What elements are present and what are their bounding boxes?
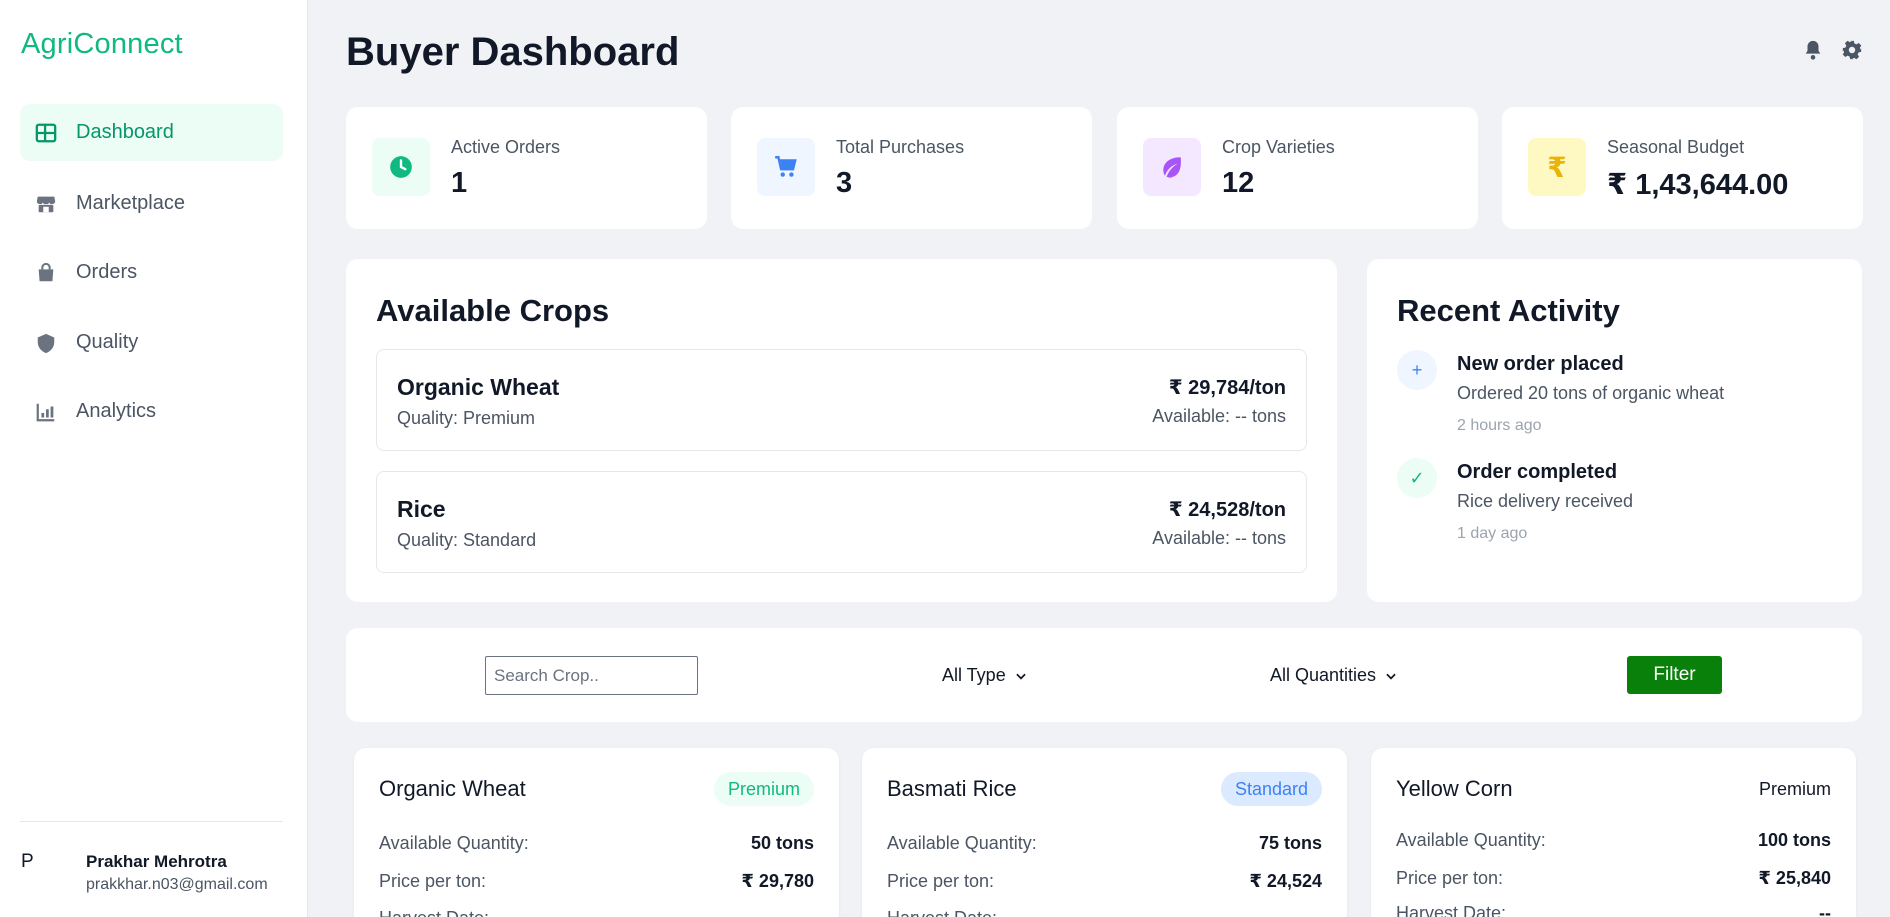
- crop-price: ₹ 29,784/ton: [1168, 377, 1286, 399]
- stat-card-seasonal-budget: ₹ Seasonal Budget ₹ 1,43,644.00: [1502, 107, 1863, 229]
- recent-activity-title: Recent Activity: [1397, 293, 1620, 328]
- product-card[interactable]: Basmati Rice Standard Available Quantity…: [862, 748, 1347, 917]
- sidebar-item-label: Orders: [76, 261, 138, 283]
- crop-name: Organic Wheat: [397, 374, 560, 400]
- quantity-value: 75 tons: [1258, 833, 1322, 853]
- quantity-label: Available Quantity:: [1396, 830, 1546, 850]
- quantity-value: 50 tons: [750, 833, 814, 853]
- user-name: Prakhar Mehrotra: [86, 852, 227, 871]
- stat-value: ₹ 1,43,644.00: [1607, 169, 1789, 201]
- rupee-icon: ₹: [1528, 138, 1586, 196]
- shield-icon: [34, 331, 58, 355]
- activity-description: Ordered 20 tons of organic wheat: [1457, 383, 1725, 403]
- page-title: Buyer Dashboard: [346, 30, 680, 74]
- stat-card-active-orders: Active Orders 1: [346, 107, 707, 229]
- quantity-value: 100 tons: [1757, 830, 1831, 850]
- bag-icon: [34, 261, 58, 285]
- search-input[interactable]: [485, 656, 698, 695]
- activity-description: Rice delivery received: [1457, 491, 1634, 511]
- stat-value: 1: [451, 167, 468, 199]
- stat-label: Seasonal Budget: [1607, 137, 1745, 157]
- activity-time: 2 hours ago: [1457, 417, 1542, 434]
- gear-icon[interactable]: [1840, 38, 1864, 62]
- harvest-label: Harvest Date:: [887, 908, 997, 917]
- chart-icon: [34, 400, 58, 424]
- stat-value: 12: [1222, 167, 1255, 199]
- crop-availability: Available: -- tons: [1152, 406, 1286, 426]
- cart-icon: [757, 138, 815, 196]
- quality-badge: Standard: [1220, 772, 1322, 806]
- stat-label: Total Purchases: [836, 137, 965, 157]
- sidebar-item-analytics[interactable]: Analytics: [20, 383, 283, 440]
- user-email: prakkhar.n03@gmail.com: [86, 876, 268, 893]
- quality-badge: Premium: [713, 772, 814, 806]
- activity-time: 1 day ago: [1457, 525, 1528, 542]
- available-crops-title: Available Crops: [376, 293, 610, 328]
- crop-price: ₹ 24,528/ton: [1168, 499, 1286, 521]
- grid-icon: [34, 121, 58, 145]
- type-select-value: All Type: [942, 665, 1006, 685]
- avatar[interactable]: P: [21, 851, 34, 873]
- quality-badge: Premium: [1758, 778, 1831, 799]
- quantity-label: Available Quantity:: [379, 833, 529, 853]
- leaf-icon: [1143, 138, 1201, 196]
- stat-card-total-purchases: Total Purchases 3: [731, 107, 1092, 229]
- product-name: Yellow Corn: [1396, 776, 1513, 801]
- product-name: Organic Wheat: [379, 776, 526, 801]
- price-value: ₹ 24,524: [1249, 871, 1322, 891]
- product-name: Basmati Rice: [887, 776, 1017, 801]
- available-crops-panel: Available Crops Organic Wheat Quality: P…: [346, 259, 1337, 602]
- crop-row[interactable]: Rice Quality: Standard ₹ 24,528/ton Avai…: [376, 471, 1307, 573]
- chevron-down-icon: [1386, 673, 1396, 680]
- sidebar-item-label: Marketplace: [76, 192, 185, 214]
- store-icon: [34, 192, 58, 216]
- sidebar-item-dashboard[interactable]: Dashboard: [20, 104, 283, 161]
- chevron-down-icon: [1016, 673, 1026, 680]
- crop-row[interactable]: Organic Wheat Quality: Premium ₹ 29,784/…: [376, 349, 1307, 451]
- price-label: Price per ton:: [887, 871, 995, 891]
- price-value: ₹ 25,840: [1758, 868, 1831, 888]
- harvest-label: Harvest Date:: [1396, 903, 1507, 917]
- stat-value: 3: [836, 167, 853, 199]
- check-icon: ✓: [1397, 458, 1437, 498]
- harvest-value: --: [1819, 903, 1831, 917]
- sidebar-item-label: Analytics: [76, 400, 157, 422]
- product-card[interactable]: Organic Wheat Premium Available Quantity…: [354, 748, 839, 917]
- sidebar-item-orders[interactable]: Orders: [20, 244, 283, 301]
- recent-activity-panel: Recent Activity + New order placed Order…: [1367, 259, 1862, 602]
- quantity-label: Available Quantity:: [887, 833, 1037, 853]
- plus-icon: +: [1397, 350, 1437, 390]
- clock-icon: [372, 138, 430, 196]
- crop-availability: Available: -- tons: [1152, 528, 1286, 548]
- sidebar-item-label: Dashboard: [76, 121, 174, 143]
- sidebar-item-marketplace[interactable]: Marketplace: [20, 175, 283, 232]
- sidebar-item-quality[interactable]: Quality: [20, 314, 283, 371]
- sidebar: AgriConnect Dashboard Marketplace Orders…: [0, 0, 308, 917]
- price-label: Price per ton:: [1396, 868, 1504, 888]
- price-label: Price per ton:: [379, 871, 487, 891]
- activity-title: New order placed: [1457, 353, 1624, 375]
- bell-icon[interactable]: [1801, 38, 1825, 62]
- product-card[interactable]: Yellow Corn Premium Available Quantity: …: [1371, 748, 1856, 917]
- stat-label: Active Orders: [451, 137, 561, 157]
- filter-button[interactable]: Filter: [1627, 656, 1722, 694]
- quantity-select[interactable]: All Quantities: [1270, 665, 1398, 686]
- harvest-label: Harvest Date:: [379, 908, 489, 917]
- sidebar-divider: [20, 821, 283, 822]
- crop-name: Rice: [397, 496, 446, 522]
- quantity-select-value: All Quantities: [1270, 665, 1377, 685]
- crop-quality: Quality: Standard: [397, 530, 537, 550]
- type-select[interactable]: All Type: [942, 665, 1028, 686]
- crop-quality: Quality: Premium: [397, 408, 536, 428]
- activity-title: Order completed: [1457, 461, 1618, 483]
- brand-logo[interactable]: AgriConnect: [21, 28, 183, 61]
- price-value: ₹ 29,780: [741, 871, 814, 891]
- sidebar-item-label: Quality: [76, 331, 139, 353]
- stat-card-crop-varieties: Crop Varieties 12: [1117, 107, 1478, 229]
- stat-label: Crop Varieties: [1222, 137, 1335, 157]
